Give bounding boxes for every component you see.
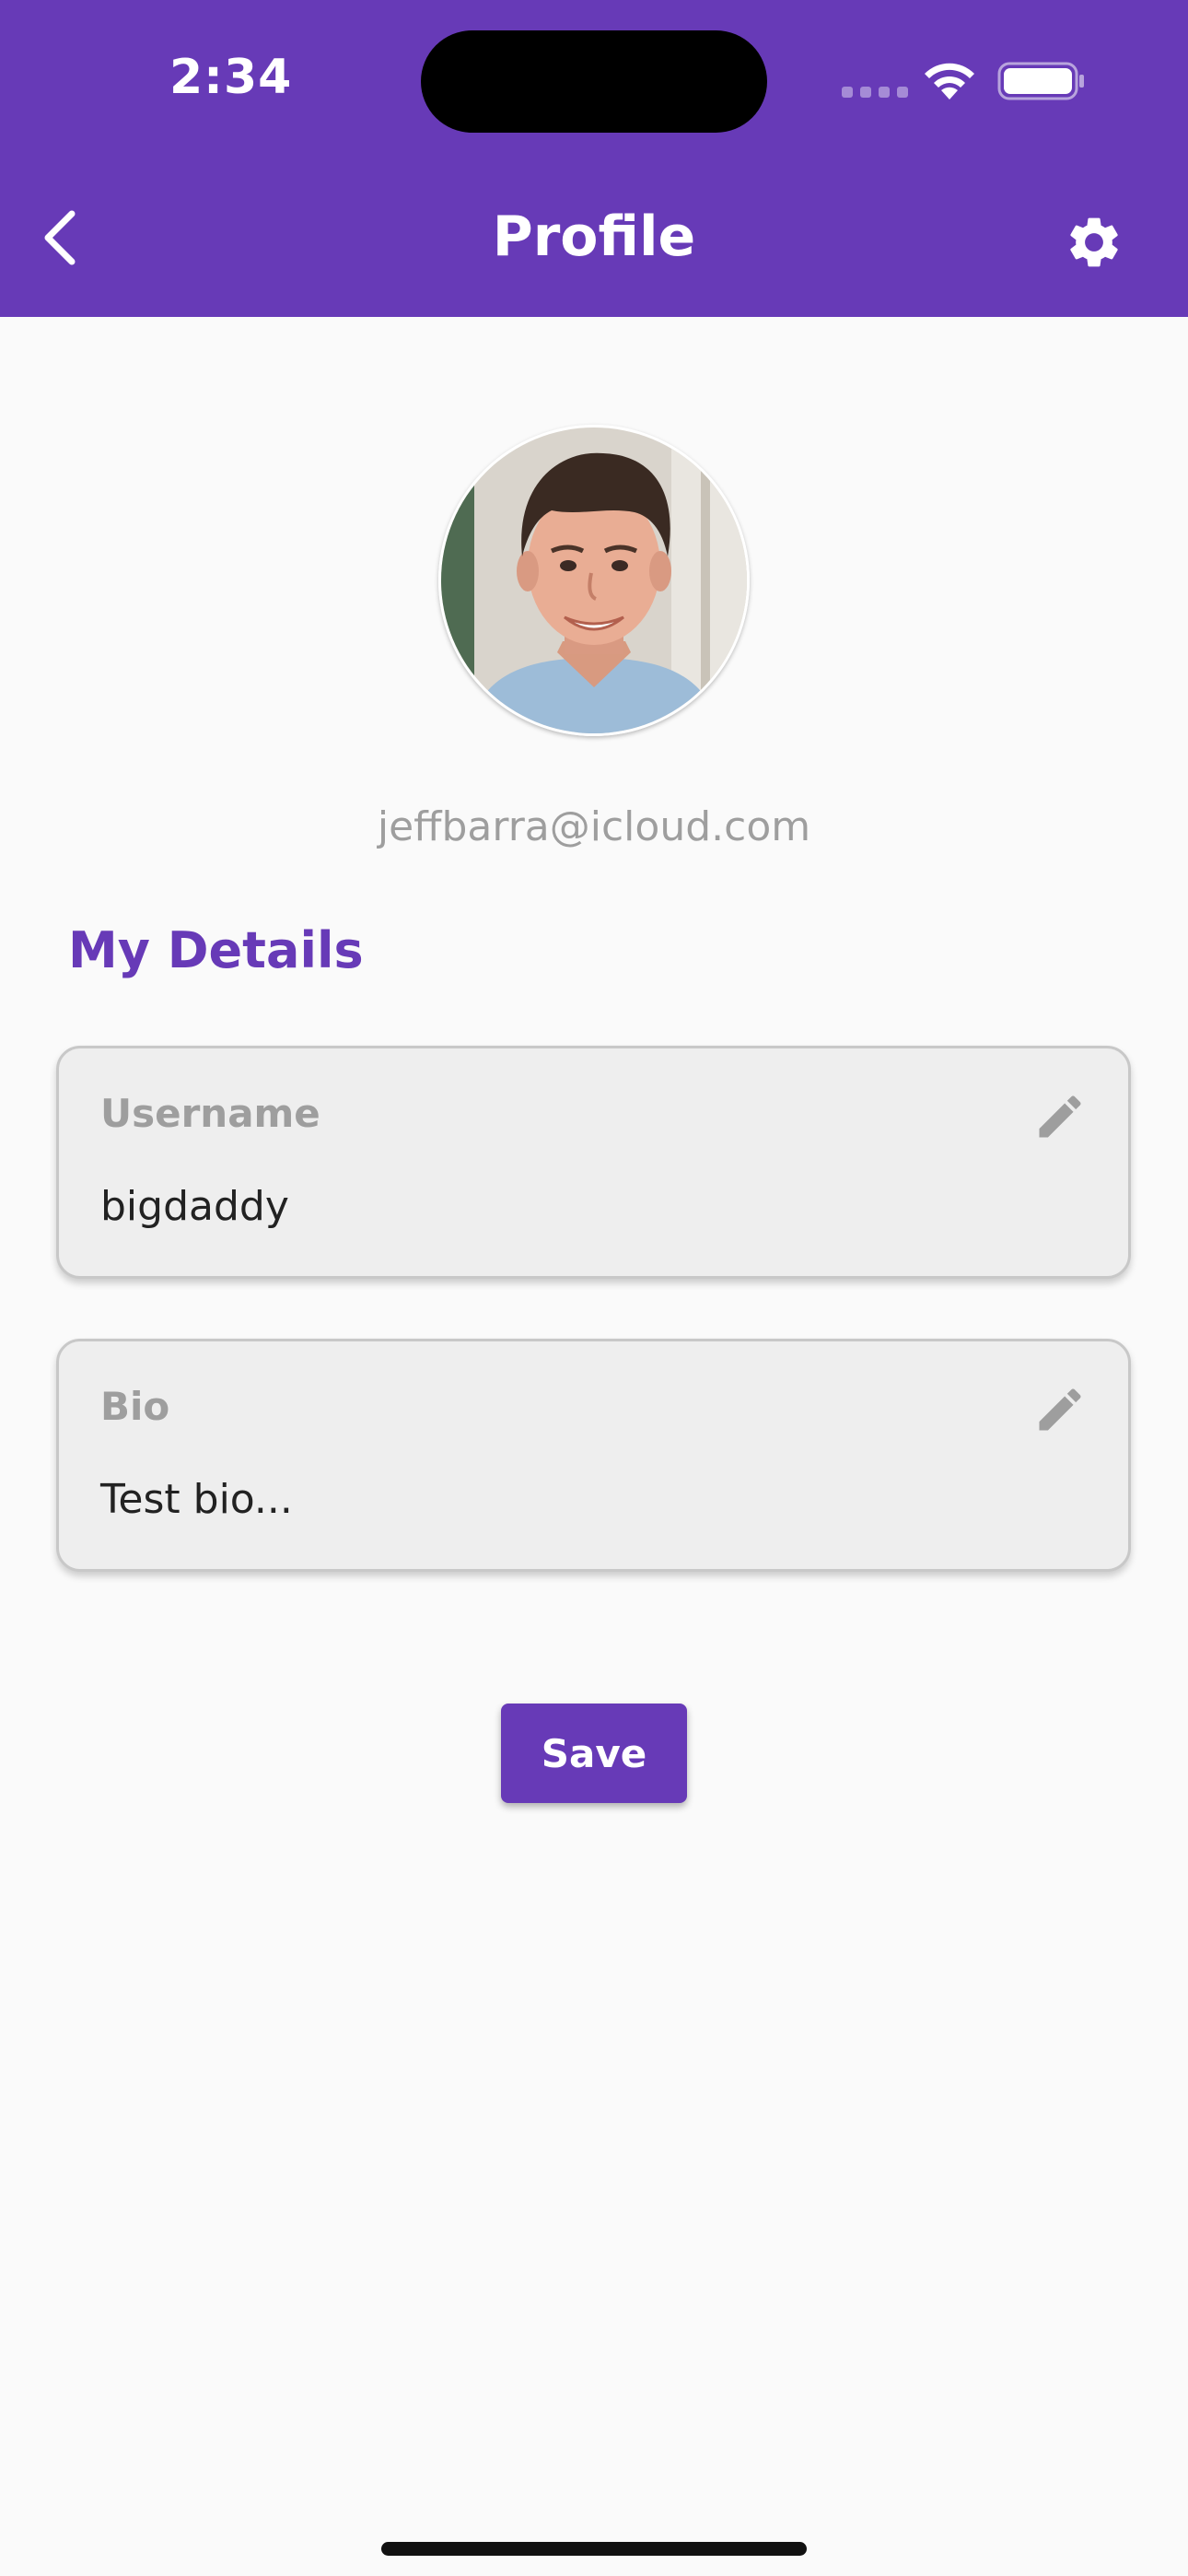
profile-email: jeffbarra@icloud.com xyxy=(377,803,811,850)
status-bar-time: 2:34 xyxy=(169,50,293,105)
save-button[interactable]: Save xyxy=(501,1704,687,1803)
app-header: 2:34 Profile xyxy=(0,0,1188,317)
username-field-label: Username xyxy=(100,1091,320,1136)
bio-field-label: Bio xyxy=(100,1384,170,1429)
avatar[interactable] xyxy=(438,425,750,736)
battery-icon xyxy=(997,62,1084,100)
gear-icon[interactable] xyxy=(1064,212,1124,273)
bio-field-value[interactable]: Test bio... xyxy=(100,1476,293,1523)
my-details-heading: My Details xyxy=(68,921,364,979)
avatar-photo xyxy=(441,427,747,733)
home-indicator[interactable] xyxy=(381,2542,807,2556)
bio-field[interactable]: Bio Test bio... xyxy=(56,1339,1131,1572)
username-field-value[interactable]: bigdaddy xyxy=(100,1183,289,1230)
username-field[interactable]: Username bigdaddy xyxy=(56,1046,1131,1279)
dynamic-island xyxy=(421,30,767,133)
cellular-signal-icon xyxy=(842,87,908,98)
pencil-edit-icon[interactable] xyxy=(1032,1089,1088,1144)
page-title: Profile xyxy=(492,205,696,269)
wifi-icon xyxy=(925,63,974,100)
pencil-edit-icon[interactable] xyxy=(1032,1382,1088,1437)
